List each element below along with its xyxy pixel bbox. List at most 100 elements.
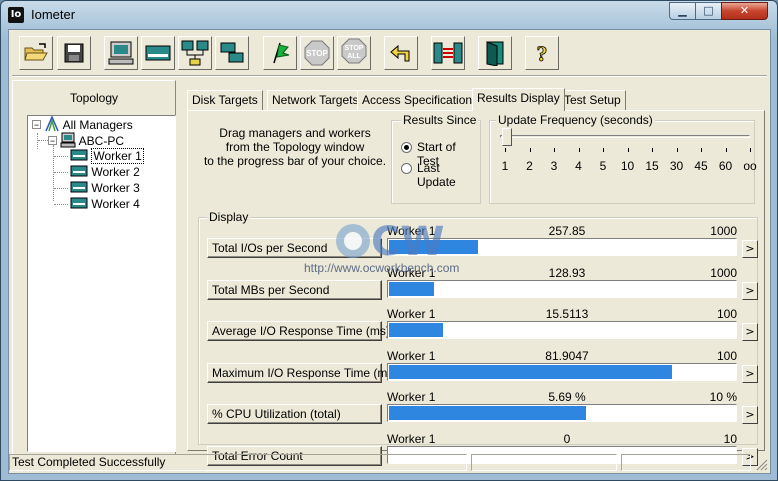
status-panel-2 (471, 454, 617, 471)
new-disk-worker-button[interactable] (141, 36, 175, 70)
update-frequency-tick-label: 15 (645, 159, 659, 173)
update-frequency-tick-label: 2 (526, 159, 533, 173)
metric-select-button[interactable]: Average I/O Response Time (ms) (207, 321, 390, 341)
metric-select-button[interactable]: % CPU Utilization (total) (207, 404, 382, 424)
metric-value: 257.85 (548, 224, 586, 238)
radio-last-update-label[interactable]: Last Update (417, 161, 480, 189)
stop-all-button[interactable]: STOP ALL (337, 36, 371, 70)
tab-access-specifications[interactable]: Access Specifications (357, 90, 484, 110)
tree-item-manager[interactable]: ABC-PC (60, 132, 124, 148)
iometer-app-icon[interactable]: Io (8, 7, 24, 23)
delete-target-button[interactable] (431, 36, 465, 70)
new-network-worker-button[interactable] (178, 36, 212, 70)
metric-scale-max: 1000 (710, 224, 737, 238)
tree-label-worker: Worker 4 (91, 197, 140, 211)
tree-label-worker: Worker 2 (91, 165, 140, 179)
duplicate-worker-icon (220, 42, 244, 63)
disk-worker-icon (70, 149, 88, 161)
tree-item-all-managers[interactable]: All Managers (44, 115, 133, 132)
metric-progress-bar[interactable] (387, 362, 737, 381)
disk-worker-icon (70, 165, 88, 177)
resize-grip-icon (756, 459, 768, 471)
metric-worker-label: Worker 1 (387, 348, 436, 363)
results-since-group: Results Since Start of Test Last Update (391, 113, 481, 204)
new-disk-worker-icon (145, 45, 171, 61)
update-frequency-tick (676, 148, 678, 152)
maximize-button[interactable]: □ (695, 2, 722, 20)
metric-progress-fill (389, 364, 672, 379)
tree-label-worker: Worker 1 (91, 148, 144, 164)
open-config-button[interactable] (19, 36, 53, 70)
metric-select-button[interactable]: Total MBs per Second (207, 279, 382, 300)
exit-button[interactable] (478, 36, 512, 70)
tree-item-worker-1[interactable]: Worker 1 (70, 148, 144, 164)
update-frequency-tick (725, 148, 727, 152)
tab-disk-targets[interactable]: Disk Targets (187, 90, 263, 110)
tab-test-setup[interactable]: Test Setup (559, 90, 626, 110)
metric-scale-arrow-button[interactable]: > (742, 281, 758, 300)
metrics-list: Total I/Os per Second Worker 1 257.85 1000 >… (207, 224, 763, 466)
update-frequency-tick (603, 148, 604, 152)
update-frequency-tick-label: 1 (501, 159, 509, 173)
metric-value: 15.5113 (545, 307, 589, 321)
metric-row: % CPU Utilization (total) Worker 1 5.69 % 1… (207, 390, 763, 426)
start-tests-button[interactable] (263, 36, 297, 70)
collapse-all-managers-icon[interactable]: − (32, 120, 41, 130)
metric-progress-fill (389, 323, 443, 337)
metric-value: 0 (563, 431, 571, 446)
stop-icon-label: STOP (306, 49, 328, 58)
status-text: Test Completed Successfully (9, 454, 467, 471)
update-frequency-track[interactable] (500, 135, 750, 138)
save-config-button[interactable] (57, 36, 91, 70)
minimize-button[interactable]: ▁ (669, 2, 696, 20)
metric-row: Average I/O Response Time (ms) Worker 1 15… (207, 307, 763, 343)
stop-button[interactable]: STOP (300, 36, 334, 70)
metric-scale-arrow-button[interactable]: > (742, 406, 758, 424)
radio-start-of-test[interactable] (401, 142, 412, 153)
update-frequency-tick-label: 5 (599, 159, 607, 173)
collapse-manager-icon[interactable]: − (48, 136, 57, 146)
exit-icon (486, 41, 504, 66)
new-manager-icon (108, 41, 134, 65)
open-folder-icon (24, 43, 48, 61)
svg-text:CW: CW (371, 219, 444, 265)
topology-tree[interactable]: − All Managers − ABC-PC Worker 1 Worker … (27, 115, 176, 452)
metric-scale-arrow-button[interactable]: > (742, 323, 758, 341)
stop-all-icon: STOP ALL (341, 38, 367, 64)
duplicate-worker-button[interactable] (215, 36, 249, 70)
update-frequency-group: Update Frequency (seconds) 1 2 3 4 5 10 15 30 45… (489, 113, 757, 204)
computer-icon (60, 132, 76, 148)
title-bar[interactable]: Io Iometer ▁ □ ✕ (1, 1, 777, 29)
metric-value: 128.93 (548, 265, 586, 280)
update-frequency-tick (627, 148, 629, 152)
close-button[interactable]: ✕ (721, 2, 768, 20)
reset-workers-button[interactable] (384, 36, 418, 70)
results-since-label: Results Since (401, 113, 479, 127)
tree-item-worker-2[interactable]: Worker 2 (70, 164, 140, 180)
metric-progress-bar[interactable] (387, 404, 737, 422)
tab-results-display[interactable]: Results Display (472, 88, 565, 111)
metric-scale-arrow-button[interactable]: > (742, 240, 758, 258)
metric-select-button[interactable]: Maximum I/O Response Time (ms) (207, 362, 397, 383)
metric-progress-bar[interactable] (387, 321, 737, 339)
metric-scale-arrow-button[interactable]: > (742, 364, 758, 383)
metric-row: Maximum I/O Response Time (ms) Worker 1 81… (207, 349, 763, 385)
resize-grip[interactable] (755, 458, 768, 471)
svg-text:?: ? (537, 41, 548, 66)
new-manager-button[interactable] (104, 36, 138, 70)
topology-panel: Topology − All Managers − ABC-PC Worker … (12, 80, 176, 455)
tree-item-worker-4[interactable]: Worker 4 (70, 196, 140, 212)
metric-scale-max: 100 (716, 307, 737, 321)
radio-last-update[interactable] (401, 163, 412, 174)
metric-progress-bar[interactable] (387, 279, 737, 298)
reset-workers-icon (390, 44, 410, 62)
update-frequency-thumb[interactable] (502, 128, 512, 146)
tab-network-targets[interactable]: Network Targets (267, 90, 364, 110)
metric-worker-label: Worker 1 (387, 390, 436, 404)
tree-item-worker-3[interactable]: Worker 3 (70, 180, 140, 196)
disk-worker-icon (70, 181, 88, 193)
metric-scale-max: 100 (716, 348, 737, 363)
tree-label-manager: ABC-PC (78, 134, 125, 148)
about-button[interactable]: ? (525, 36, 559, 70)
stop-icon: STOP (304, 40, 330, 66)
